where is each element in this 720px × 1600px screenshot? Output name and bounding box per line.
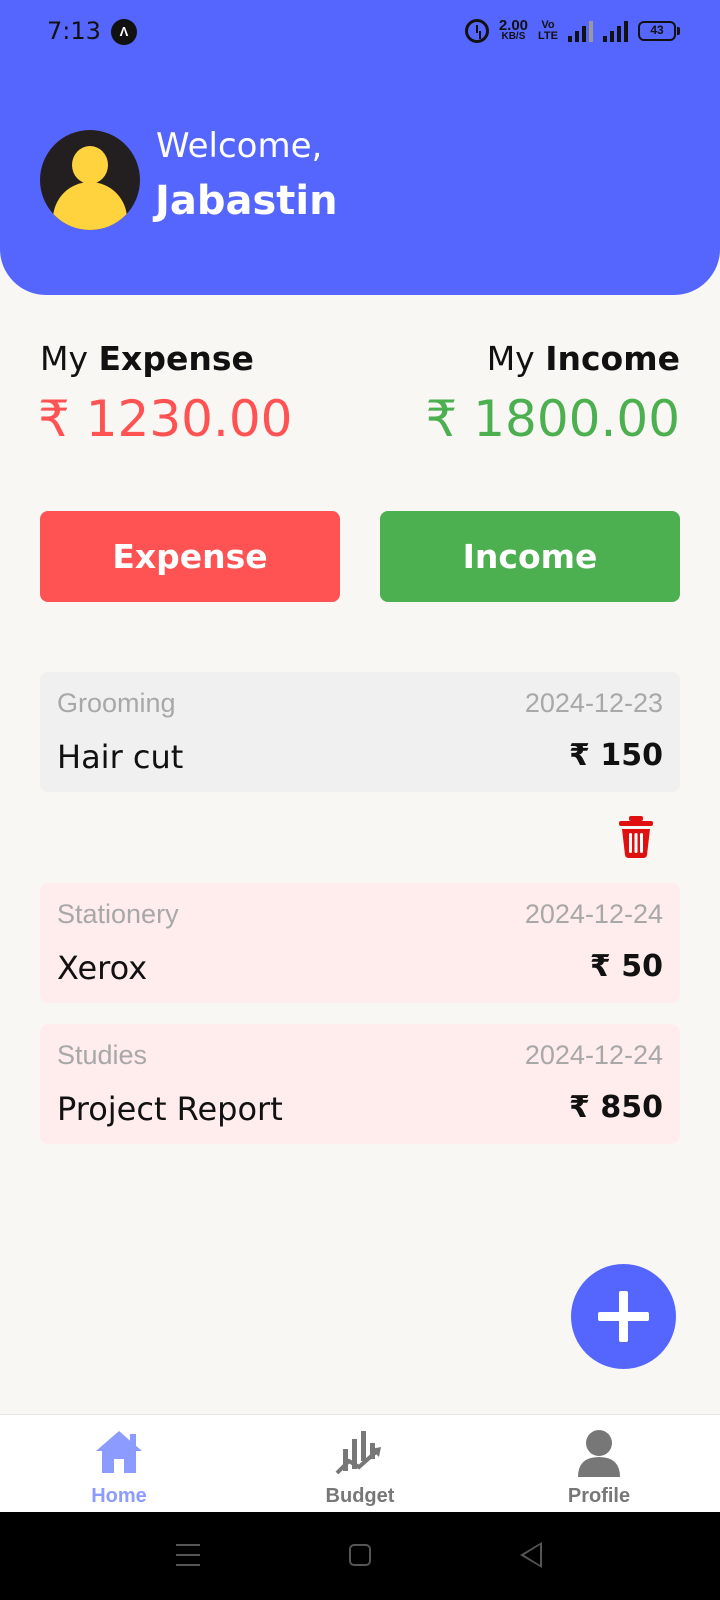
transaction-title: Project Report [57, 1090, 283, 1128]
transaction-amount: ₹ 150 [569, 738, 663, 773]
signal-icon [603, 20, 628, 42]
transaction-date: 2024-12-24 [524, 899, 663, 929]
user-name: Jabastin [155, 178, 338, 224]
transaction-card[interactable]: Studies 2024-12-24 Project Report ₹ 850 [40, 1024, 680, 1144]
bottom-nav: Home Budget Profile [0, 1414, 720, 1512]
income-prefix: My [486, 339, 535, 378]
transaction-amount: ₹ 850 [569, 1090, 663, 1125]
nav-profile-label: Profile [567, 1485, 631, 1507]
transaction-card[interactable]: Grooming 2024-12-23 Hair cut ₹ 150 [40, 672, 680, 792]
transaction-category: Studies [57, 1040, 148, 1070]
transaction-category: Stationery [57, 899, 179, 929]
signal-4g-icon [568, 20, 593, 42]
transaction-title: Xerox [57, 949, 148, 987]
battery-icon: 43 [638, 21, 680, 41]
welcome-text: Welcome, [156, 126, 323, 166]
volte-icon: Vo LTE [538, 19, 558, 42]
status-time: 7:13 [47, 17, 101, 45]
expense-button[interactable]: Expense [40, 511, 340, 602]
nav-profile[interactable]: Profile [524, 1415, 674, 1513]
expense-prefix: My [40, 339, 89, 378]
budget-chart-icon [335, 1431, 381, 1475]
avatar[interactable] [40, 130, 140, 230]
avatar-body [53, 182, 127, 230]
expense-word: Expense [98, 339, 254, 378]
nav-home-label: Home [91, 1485, 147, 1507]
home-button-icon[interactable] [349, 1544, 371, 1566]
income-word: Income [545, 339, 680, 378]
system-nav-bar [0, 1512, 720, 1600]
transaction-date: 2024-12-24 [524, 1040, 663, 1070]
transaction-amount: ₹ 50 [589, 949, 663, 984]
transaction-category: Grooming [57, 688, 176, 718]
app-notification-icon: Λ [111, 19, 137, 45]
profile-icon [578, 1430, 620, 1477]
network-speed-unit: KB/S [501, 31, 526, 42]
nav-budget-label: Budget [325, 1485, 395, 1507]
transaction-date: 2024-12-23 [524, 688, 663, 718]
income-button[interactable]: Income [380, 511, 680, 602]
nav-home[interactable]: Home [44, 1415, 194, 1513]
my-expense-label: My Expense [40, 339, 254, 378]
income-total: ₹ 1800.00 [425, 390, 680, 448]
transaction-title: Hair cut [57, 738, 184, 776]
expense-total: ₹ 1230.00 [38, 390, 293, 448]
trash-icon[interactable] [618, 815, 654, 859]
alarm-icon [464, 19, 489, 43]
add-transaction-button[interactable] [571, 1264, 676, 1369]
recent-apps-icon[interactable] [176, 1544, 200, 1566]
avatar-head [72, 146, 108, 184]
home-icon [96, 1431, 142, 1473]
nav-budget[interactable]: Budget [285, 1415, 435, 1513]
status-icons: 2.00 KB/S Vo LTE 43 [464, 14, 680, 48]
status-bar: 7:13 Λ 2.00 KB/S Vo LTE 43 [0, 0, 720, 64]
network-speed-value: 2.00 [498, 17, 529, 34]
back-icon[interactable] [520, 1542, 542, 1568]
network-speed: 2.00 KB/S [498, 17, 529, 42]
my-income-label: My Income [487, 339, 680, 378]
transaction-card[interactable]: Stationery 2024-12-24 Xerox ₹ 50 [40, 883, 680, 1003]
